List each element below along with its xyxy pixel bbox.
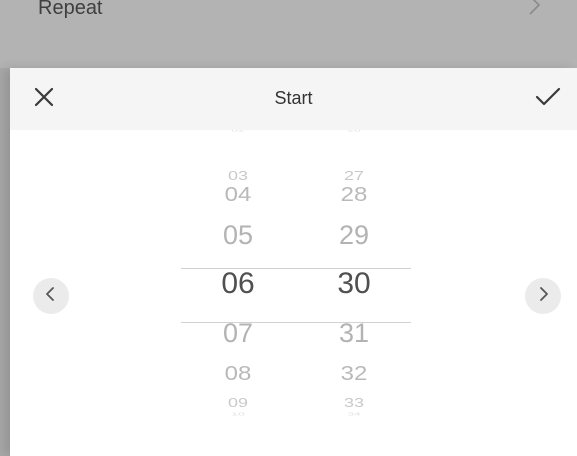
minute-option[interactable]: 34: [309, 412, 399, 416]
minute-option[interactable]: 32: [309, 363, 399, 384]
background-list-row: Repeat: [0, 0, 577, 68]
sheet-title: Start: [274, 88, 313, 108]
minute-option[interactable]: 31: [309, 320, 399, 347]
minute-option[interactable]: 28: [309, 184, 399, 205]
minute-option[interactable]: 26: [309, 130, 399, 132]
chevron-right-icon: [526, 0, 544, 16]
hour-option[interactable]: 05: [193, 222, 283, 249]
selected-minute[interactable]: 30: [309, 269, 399, 299]
repeat-row-label: Repeat: [38, 0, 103, 19]
hour-option[interactable]: 08: [193, 363, 283, 384]
minute-option[interactable]: 33: [309, 397, 399, 410]
previous-button[interactable]: [33, 278, 69, 314]
sheet-header: Start: [10, 68, 577, 130]
hour-option[interactable]: 02: [193, 130, 283, 132]
time-picker-sheet: Start 02 03 04 05 06 07 08 09 10 26 27 28 29 30 31 32 3…: [10, 68, 577, 456]
hour-option[interactable]: 09: [193, 397, 283, 410]
chevron-left-icon: [44, 286, 58, 307]
minute-wheel[interactable]: 26 27 28 29 30 31 32 33 34: [309, 130, 399, 448]
confirm-button[interactable]: [528, 79, 568, 119]
hour-option[interactable]: 04: [193, 184, 283, 205]
hour-option[interactable]: 10: [193, 412, 283, 416]
minute-option[interactable]: 27: [309, 170, 399, 183]
chevron-right-icon: [536, 286, 550, 307]
selected-hour[interactable]: 06: [193, 269, 283, 299]
minute-option[interactable]: 29: [309, 222, 399, 249]
checkmark-icon: [535, 86, 561, 113]
hour-wheel[interactable]: 02 03 04 05 06 07 08 09 10: [193, 130, 283, 448]
next-button[interactable]: [525, 278, 561, 314]
hour-option[interactable]: 07: [193, 320, 283, 347]
hour-option[interactable]: 03: [193, 170, 283, 183]
